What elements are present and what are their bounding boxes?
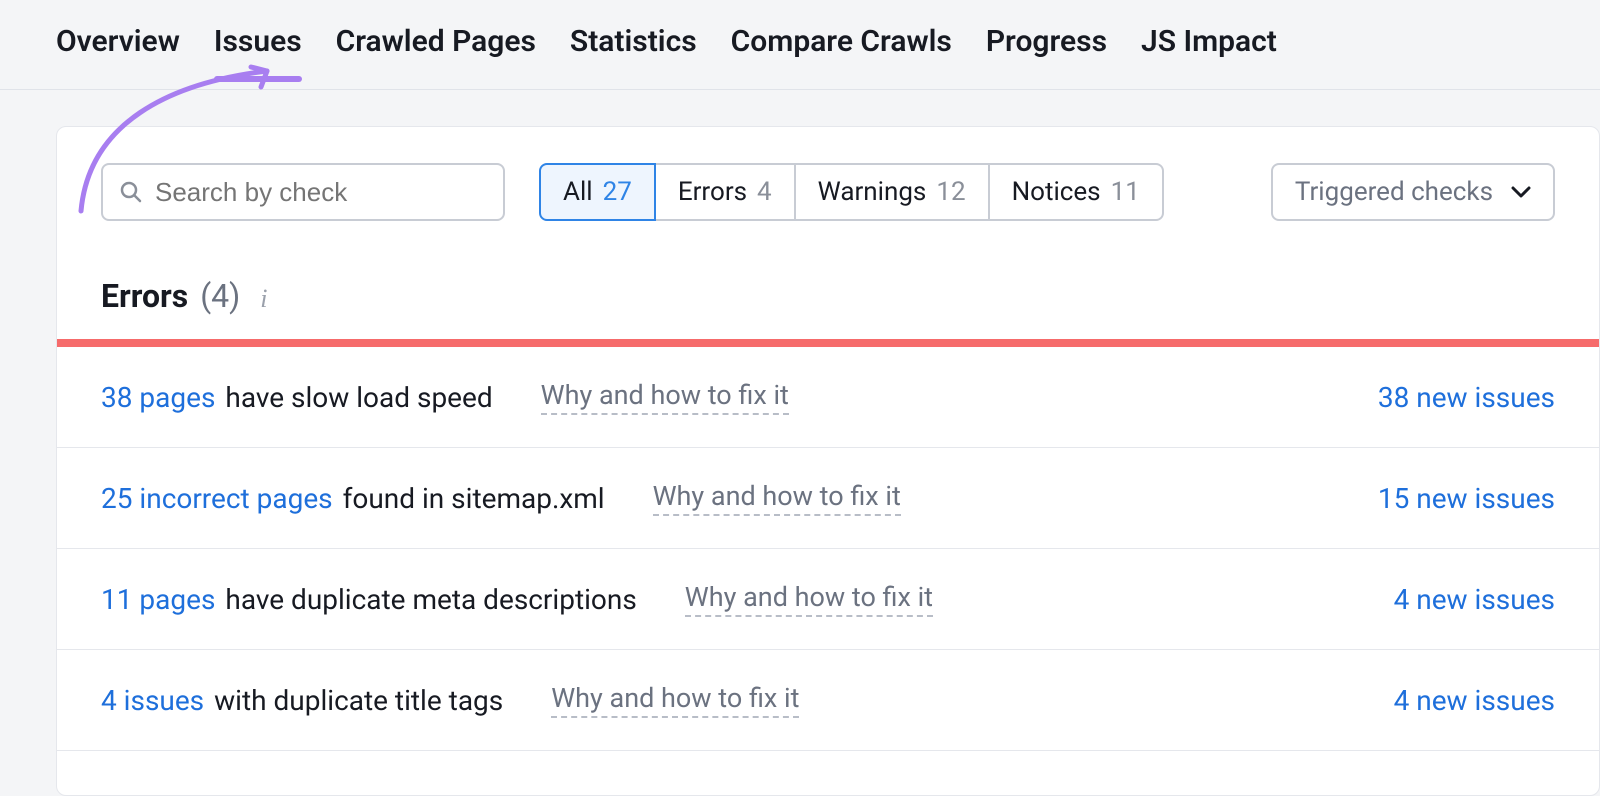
issue-pages-link[interactable]: 4 issues: [101, 684, 204, 717]
filter-errors[interactable]: Errors 4: [656, 163, 796, 221]
tab-js-impact[interactable]: JS Impact: [1141, 24, 1277, 81]
info-icon[interactable]: i: [252, 284, 267, 314]
filter-all[interactable]: All 27: [539, 163, 656, 221]
issue-description: 38 pages have slow load speed: [101, 381, 493, 414]
new-issues-link[interactable]: 38 new issues: [1378, 381, 1555, 414]
filter-count: 12: [936, 177, 965, 207]
issue-description: 4 issues with duplicate title tags: [101, 684, 503, 717]
errors-divider: [57, 339, 1599, 347]
filter-warnings[interactable]: Warnings 12: [796, 163, 990, 221]
filter-label: Notices: [1012, 177, 1101, 207]
filter-label: Errors: [678, 177, 747, 207]
issue-row: 11 pages have duplicate meta description…: [57, 549, 1599, 650]
new-issues-link[interactable]: 4 new issues: [1394, 583, 1555, 616]
section-name: Errors: [101, 277, 188, 315]
issue-row: 4 issues with duplicate title tags Why a…: [57, 650, 1599, 751]
issue-text: with duplicate title tags: [214, 684, 503, 717]
filter-segment: All 27 Errors 4 Warnings 12 Notices 11: [539, 163, 1164, 221]
tab-crawled-pages[interactable]: Crawled Pages: [336, 24, 536, 81]
tab-compare-crawls[interactable]: Compare Crawls: [731, 24, 952, 81]
why-fix-link[interactable]: Why and how to fix it: [685, 581, 933, 617]
top-tabs: Overview Issues Crawled Pages Statistics…: [0, 0, 1600, 90]
filter-label: Warnings: [818, 177, 927, 207]
issue-description: 11 pages have duplicate meta description…: [101, 583, 637, 616]
tab-issues[interactable]: Issues: [214, 24, 302, 81]
why-fix-link[interactable]: Why and how to fix it: [551, 682, 799, 718]
filter-count: 27: [603, 177, 632, 207]
tab-overview[interactable]: Overview: [56, 24, 180, 81]
why-fix-link[interactable]: Why and how to fix it: [653, 480, 901, 516]
chevron-down-icon: [1511, 186, 1531, 198]
issue-row: 38 pages have slow load speed Why and ho…: [57, 347, 1599, 448]
triggered-checks-dropdown[interactable]: Triggered checks: [1271, 163, 1555, 221]
issue-description: 25 incorrect pages found in sitemap.xml: [101, 482, 605, 515]
new-issues-link[interactable]: 15 new issues: [1378, 482, 1555, 515]
filter-count: 4: [757, 177, 772, 207]
issue-text: have slow load speed: [225, 381, 492, 414]
filter-label: All: [563, 177, 593, 207]
section-title: Errors (4) i: [57, 221, 1599, 339]
search-icon: [119, 180, 143, 204]
dropdown-label: Triggered checks: [1295, 177, 1493, 207]
issue-text: have duplicate meta descriptions: [225, 583, 636, 616]
filter-count: 11: [1111, 177, 1140, 207]
tab-statistics[interactable]: Statistics: [570, 24, 697, 81]
issue-pages-link[interactable]: 38 pages: [101, 381, 215, 414]
issue-row: 25 incorrect pages found in sitemap.xml …: [57, 448, 1599, 549]
search-input[interactable]: [155, 177, 487, 208]
filter-notices[interactable]: Notices 11: [990, 163, 1164, 221]
issues-panel: All 27 Errors 4 Warnings 12 Notices 11 T…: [56, 126, 1600, 796]
issue-pages-link[interactable]: 25 incorrect pages: [101, 482, 333, 515]
tab-progress[interactable]: Progress: [986, 24, 1107, 81]
section-count: (4): [200, 277, 240, 315]
search-box[interactable]: [101, 163, 505, 221]
toolbar: All 27 Errors 4 Warnings 12 Notices 11 T…: [57, 127, 1599, 221]
new-issues-link[interactable]: 4 new issues: [1394, 684, 1555, 717]
issue-text: found in sitemap.xml: [343, 482, 605, 515]
why-fix-link[interactable]: Why and how to fix it: [541, 379, 789, 415]
issue-pages-link[interactable]: 11 pages: [101, 583, 215, 616]
